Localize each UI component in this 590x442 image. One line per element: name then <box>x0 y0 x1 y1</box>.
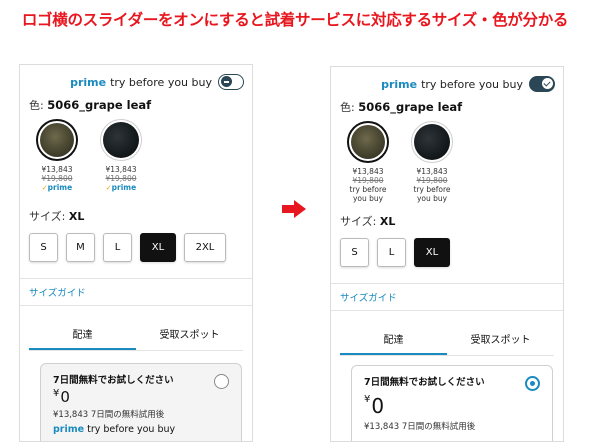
size-options: S L XL <box>331 229 563 267</box>
color-label: 色: <box>340 101 355 114</box>
size-label: サイズ: <box>29 210 66 224</box>
toggle-knob <box>542 78 553 89</box>
headline: ロゴ横のスライダーをオンにすると試着サービスに対応するサイズ・色が分かる <box>21 11 569 29</box>
swatch-price: ¥13,843 <box>105 165 137 174</box>
toggle-knob <box>221 76 232 87</box>
size-button-l[interactable]: L <box>377 238 406 267</box>
tab-pickup-spot[interactable]: 受取スポット <box>447 323 554 355</box>
prime-row: prime try before you buy <box>331 67 563 93</box>
size-value: XL <box>68 210 85 224</box>
trial-amount: 0 <box>60 388 70 406</box>
size-options: S M L XL 2XL <box>20 224 252 263</box>
trial-price: ¥0 <box>364 394 540 418</box>
tbyb-badge-line2: you buy <box>352 194 384 203</box>
product-panel-after: prime try before you buy 色: 5066_grape l… <box>330 66 564 442</box>
size-label: サイズ: <box>340 215 377 228</box>
size-guide-link[interactable]: サイズガイド <box>331 283 563 311</box>
size-button-2xl[interactable]: 2XL <box>184 233 226 263</box>
delivery-tabs: 配達 受取スポット <box>29 318 243 351</box>
size-guide-link[interactable]: サイズガイド <box>20 278 252 307</box>
swatch-grape-leaf[interactable]: ¥13,843 ¥19,800 prime <box>29 119 85 192</box>
size-button-l[interactable]: L <box>103 233 132 263</box>
yen-symbol: ¥ <box>364 394 371 405</box>
tab-delivery[interactable]: 配達 <box>29 318 136 351</box>
trial-card-title: 7日間無料でお試しください <box>53 375 174 386</box>
size-button-xl[interactable]: XL <box>140 233 176 263</box>
try-before-you-buy-toggle[interactable] <box>218 74 244 90</box>
trial-text: ¥13,843 7日間の無料試用後 <box>53 410 165 420</box>
size-button-xl[interactable]: XL <box>414 238 450 267</box>
swatch-image-green <box>347 121 389 163</box>
swatch-original-price: ¥19,800 <box>416 176 448 185</box>
trial-amount: 0 <box>371 394 385 418</box>
prime-badge: prime <box>29 183 85 192</box>
swatch-original-price: ¥19,800 <box>352 176 384 185</box>
try-before-you-buy-label: try before you buy <box>421 77 523 91</box>
color-row: 色: 5066_grape leaf <box>20 91 252 113</box>
card-tbyb: try before you buy <box>87 424 176 435</box>
tbyb-badge-line1: try before <box>413 185 451 194</box>
product-panel-before: prime try before you buy 色: 5066_grape l… <box>19 64 253 442</box>
color-label: 色: <box>29 99 44 112</box>
yen-symbol: ¥ <box>53 388 60 399</box>
try-before-you-buy-label: try before you buy <box>110 75 212 89</box>
swatch-price: ¥13,843 <box>352 167 384 176</box>
prime-logo: prime <box>70 75 107 89</box>
color-row: 色: 5066_grape leaf <box>331 93 563 115</box>
trial-text: ¥13,843 7日間の無料試用後 <box>364 422 476 432</box>
prime-badge: prime <box>93 183 149 192</box>
tbyb-badge-line1: try before <box>349 185 387 194</box>
swatch-black[interactable]: ¥13,843 ¥19,800 try before you buy <box>404 121 460 203</box>
card-prime-label: prime try before you buy <box>53 424 229 435</box>
color-value: 5066_grape leaf <box>358 100 463 114</box>
swatch-price: ¥13,843 <box>41 165 73 174</box>
swatch-original-price: ¥19,800 <box>41 174 73 183</box>
card-prime: prime <box>53 424 85 435</box>
color-swatches: ¥13,843 ¥19,800 try before you buy ¥13,8… <box>331 115 563 203</box>
color-value: 5066_grape leaf <box>47 98 152 112</box>
trial-card-title: 7日間無料でお試しください <box>364 377 485 388</box>
swatch-black[interactable]: ¥13,843 ¥19,800 prime <box>93 119 149 192</box>
trial-offer-card[interactable]: 7日間無料でお試しください ¥0 ¥13,843 7日間の無料試用後 prime… <box>40 363 242 441</box>
tab-delivery[interactable]: 配達 <box>340 323 447 355</box>
right-arrow-icon <box>282 200 306 218</box>
swatch-price: ¥13,843 <box>416 167 448 176</box>
size-button-s[interactable]: S <box>340 238 369 267</box>
swatch-image-black <box>100 119 142 161</box>
prime-row: prime try before you buy <box>20 65 252 91</box>
swatch-image-green <box>36 119 78 161</box>
trial-radio[interactable] <box>214 374 229 389</box>
size-button-s[interactable]: S <box>29 233 58 263</box>
tab-pickup-spot[interactable]: 受取スポット <box>136 318 243 350</box>
swatch-grape-leaf[interactable]: ¥13,843 ¥19,800 try before you buy <box>340 121 396 203</box>
swatch-image-black <box>411 121 453 163</box>
trial-price: ¥0 <box>53 388 229 406</box>
size-value: XL <box>379 215 396 228</box>
prime-logo: prime <box>381 77 418 91</box>
trial-radio[interactable] <box>525 376 540 391</box>
trial-offer-card[interactable]: 7日間無料でお試しください ¥0 ¥13,843 7日間の無料試用後 <box>351 365 553 441</box>
size-title: サイズ: XL <box>20 192 252 224</box>
color-swatches: ¥13,843 ¥19,800 prime ¥13,843 ¥19,800 pr… <box>20 113 252 192</box>
size-title: サイズ: XL <box>331 203 563 229</box>
delivery-tabs: 配達 受取スポット <box>340 323 554 355</box>
tbyb-badge-line2: you buy <box>416 194 448 203</box>
size-button-m[interactable]: M <box>66 233 95 263</box>
swatch-original-price: ¥19,800 <box>105 174 137 183</box>
try-before-you-buy-toggle[interactable] <box>529 76 555 92</box>
